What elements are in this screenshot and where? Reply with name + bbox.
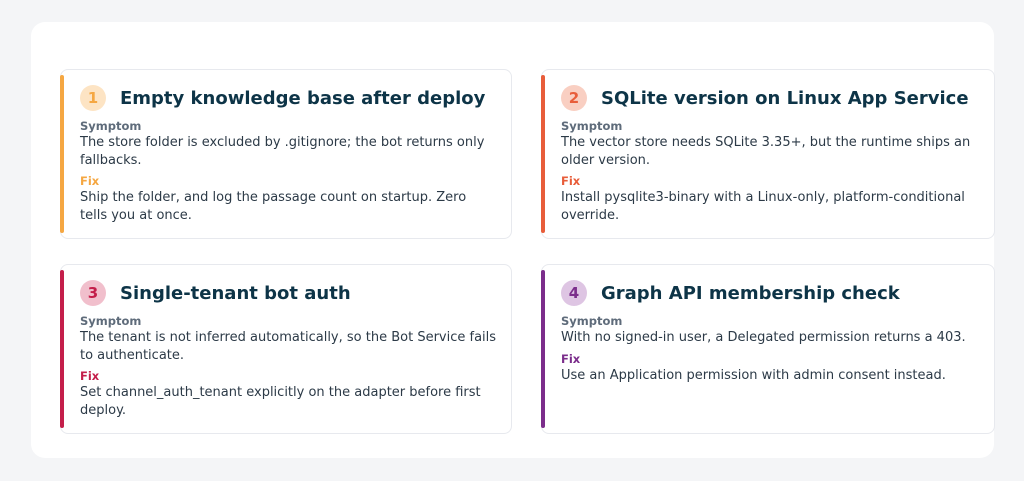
fix-text: Set channel_auth_tenant explicitly on th… xyxy=(80,385,481,418)
fix-label: Fix xyxy=(561,351,581,366)
number-badge: 4 xyxy=(561,280,587,306)
symptom-text: The tenant is not inferred automatically… xyxy=(80,330,497,363)
symptom-label: Symptom xyxy=(80,314,142,328)
card-title: Single-tenant bot auth xyxy=(120,282,351,304)
fix-label: Fix xyxy=(80,174,100,188)
symptom-label: Symptom xyxy=(561,119,623,133)
symptom-label: Symptom xyxy=(80,119,142,133)
card-title: Graph API membership check xyxy=(601,282,900,304)
accent-bar xyxy=(60,270,64,428)
issue-card-1: 1 Empty knowledge base after deploy Symp… xyxy=(60,69,512,239)
card-header: 2 SQLite version on Linux App Service xyxy=(561,85,969,111)
diagram-panel: 1 Empty knowledge base after deploy Symp… xyxy=(31,22,995,458)
fix-text: Install pysqlite3-binary with a Linux-on… xyxy=(561,190,965,223)
symptom-text: With no signed-in user, a Delegated perm… xyxy=(561,330,966,345)
card-body: Symptom With no signed-in user, a Delega… xyxy=(561,313,980,388)
issue-card-3: 3 Single-tenant bot auth Symptom The ten… xyxy=(60,264,512,434)
fix-label: Fix xyxy=(561,174,581,188)
symptom-text: The vector store needs SQLite 3.35+, but… xyxy=(561,135,971,168)
card-body: Symptom The tenant is not inferred autom… xyxy=(80,313,497,423)
symptom-text: The store folder is excluded by .gitigno… xyxy=(80,135,485,168)
accent-bar xyxy=(541,270,545,428)
card-title: Empty knowledge base after deploy xyxy=(120,87,486,109)
accent-bar xyxy=(60,75,64,233)
card-body: Symptom The store folder is excluded by … xyxy=(80,118,497,228)
fix-text: Ship the folder, and log the passage cou… xyxy=(80,190,467,223)
number-badge: 1 xyxy=(80,85,106,111)
symptom-label: Symptom xyxy=(561,314,623,328)
issue-card-4: 4 Graph API membership check Symptom Wit… xyxy=(541,264,995,434)
card-header: 1 Empty knowledge base after deploy xyxy=(80,85,485,111)
card-header: 4 Graph API membership check xyxy=(561,280,900,306)
issue-card-2: 2 SQLite version on Linux App Service Sy… xyxy=(541,69,995,239)
number-badge: 2 xyxy=(561,85,587,111)
fix-text: Use an Application permission with admin… xyxy=(561,367,946,383)
card-body: Symptom The vector store needs SQLite 3.… xyxy=(561,118,980,228)
card-header: 3 Single-tenant bot auth xyxy=(80,280,351,306)
fix-label: Fix xyxy=(80,369,100,383)
accent-bar xyxy=(541,75,545,233)
card-title: SQLite version on Linux App Service xyxy=(601,87,969,109)
number-badge: 3 xyxy=(80,280,106,306)
